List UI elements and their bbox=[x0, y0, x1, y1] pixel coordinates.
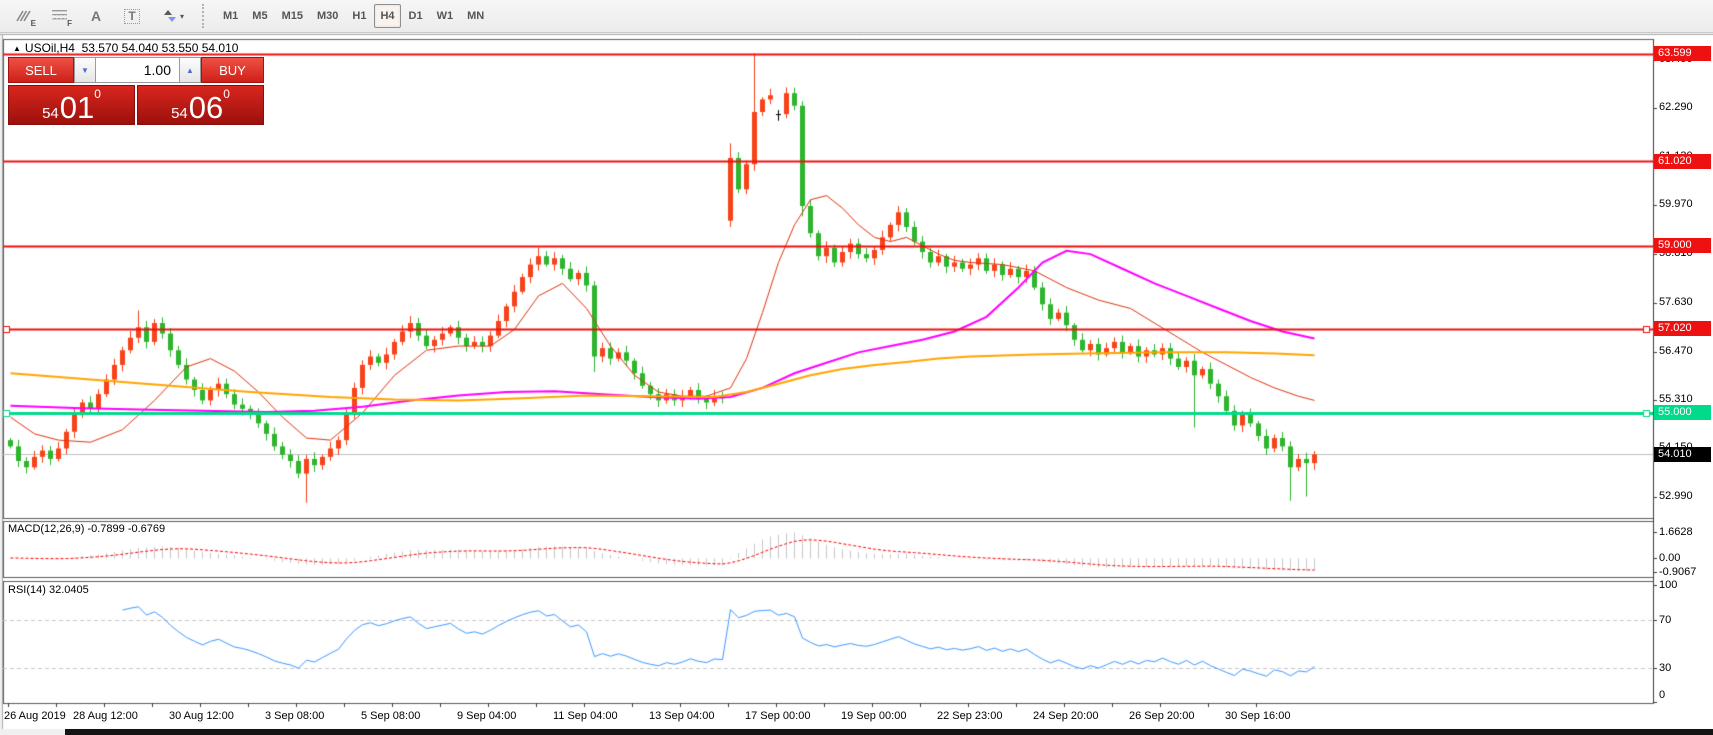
timeframe-button-m5[interactable]: M5 bbox=[246, 4, 273, 28]
time-axis-label: 13 Sep 04:00 bbox=[649, 710, 714, 722]
arrow-style-icon bbox=[162, 8, 178, 24]
grid-button[interactable]: F bbox=[44, 2, 76, 30]
time-axis-label: 5 Sep 08:00 bbox=[361, 710, 420, 722]
macd-axis-tick: -0.9067 bbox=[1659, 566, 1696, 578]
time-axis-label: 17 Sep 00:00 bbox=[745, 710, 810, 722]
sell-price-tile[interactable]: 54 01 0 bbox=[8, 85, 135, 125]
timeframe-button-h1[interactable]: H1 bbox=[346, 4, 372, 28]
macd-label: MACD(12,26,9) -0.7899 -0.6769 bbox=[8, 523, 165, 535]
one-click-trading-panel: SELL ▼ ▲ BUY 54 01 0 54 06 0 bbox=[8, 57, 264, 125]
price-axis-tick: 55.310 bbox=[1659, 393, 1693, 405]
rsi-axis-tick: 30 bbox=[1659, 662, 1671, 674]
zigzag-pattern-button[interactable]: E bbox=[8, 2, 40, 30]
time-axis-label: 30 Sep 16:00 bbox=[1225, 710, 1290, 722]
collapse-triangle-icon[interactable]: ▲ bbox=[13, 44, 21, 53]
price-line-label: 54.010 bbox=[1654, 447, 1711, 462]
timeframe-button-m1[interactable]: M1 bbox=[217, 4, 244, 28]
timeframe-button-h4[interactable]: H4 bbox=[374, 4, 400, 28]
rsi-axis-tick: 0 bbox=[1659, 689, 1665, 701]
tool-sub-label: F bbox=[67, 19, 72, 28]
trade-panel-prices: 54 01 0 54 06 0 bbox=[8, 85, 264, 125]
buy-price-big: 06 bbox=[189, 94, 223, 121]
trade-panel-row: SELL ▼ ▲ BUY bbox=[8, 57, 264, 83]
time-axis-label: 30 Aug 12:00 bbox=[169, 710, 234, 722]
macd-axis-tick: 1.6628 bbox=[1659, 526, 1693, 538]
time-axis-label: 19 Sep 00:00 bbox=[841, 710, 906, 722]
sell-price-sup: 0 bbox=[94, 88, 101, 100]
timeframe-group: M1M5M15M30H1H4D1W1MN bbox=[216, 4, 491, 28]
buy-price-base: 54 bbox=[171, 106, 188, 121]
price-line-label: 61.020 bbox=[1654, 154, 1711, 169]
price-line-label: 59.000 bbox=[1654, 238, 1711, 253]
price-line-label: 55.000 bbox=[1654, 405, 1711, 420]
buy-button[interactable]: BUY bbox=[201, 57, 264, 83]
price-axis-tick: 62.290 bbox=[1659, 101, 1693, 113]
toolbar-separator bbox=[202, 4, 210, 28]
volume-down-button[interactable]: ▼ bbox=[74, 57, 96, 83]
ohlc-values: 53.570 54.040 53.550 54.010 bbox=[82, 41, 239, 55]
time-axis-label: 26 Aug 2019 bbox=[4, 710, 66, 722]
price-axis-tick: 56.470 bbox=[1659, 345, 1693, 357]
spin-up-icon: ▲ bbox=[186, 66, 194, 75]
time-axis-label: 22 Sep 23:00 bbox=[937, 710, 1002, 722]
price-line-label: 57.020 bbox=[1654, 321, 1711, 336]
text-box-button[interactable]: T bbox=[116, 2, 148, 30]
text-box-icon: T bbox=[124, 9, 139, 24]
rsi-axis-tick: 70 bbox=[1659, 614, 1671, 626]
rsi-label: RSI(14) 32.0405 bbox=[8, 584, 89, 596]
time-axis-label: 28 Aug 12:00 bbox=[73, 710, 138, 722]
macd-axis-tick: 0.00 bbox=[1659, 552, 1680, 564]
timeframe-button-m15[interactable]: M15 bbox=[276, 4, 309, 28]
volume-up-button[interactable]: ▲ bbox=[179, 57, 201, 83]
spin-down-icon: ▼ bbox=[81, 66, 89, 75]
trading-terminal: { "toolbar": { "tools": [ {"name": "zigz… bbox=[0, 0, 1713, 735]
timeframe-button-d1[interactable]: D1 bbox=[403, 4, 429, 28]
time-axis-label: 26 Sep 20:00 bbox=[1129, 710, 1194, 722]
price-axis-tick: 52.990 bbox=[1659, 490, 1693, 502]
price-axis-tick: 59.970 bbox=[1659, 198, 1693, 210]
arrow-style-button[interactable]: ▾ bbox=[152, 2, 194, 30]
price-line-label: 63.599 bbox=[1654, 46, 1711, 61]
toolbar: E F A T ▾ M1M5M15M30H1H4D1W1MN bbox=[0, 0, 1713, 33]
symbol-period-label: USOil,H4 bbox=[25, 41, 75, 55]
sell-button[interactable]: SELL bbox=[8, 57, 74, 83]
timeframe-button-w1[interactable]: W1 bbox=[431, 4, 460, 28]
buy-price-sup: 0 bbox=[223, 88, 230, 100]
sell-price-base: 54 bbox=[42, 106, 59, 121]
price-axis-tick: 57.630 bbox=[1659, 296, 1693, 308]
buy-price-tile[interactable]: 54 06 0 bbox=[137, 85, 264, 125]
text-label-icon: A bbox=[91, 8, 101, 24]
volume-input[interactable] bbox=[96, 58, 179, 82]
tool-sub-label: E bbox=[31, 19, 36, 28]
timeframe-button-m30[interactable]: M30 bbox=[311, 4, 344, 28]
sell-price-big: 01 bbox=[60, 94, 94, 121]
time-axis-label: 9 Sep 04:00 bbox=[457, 710, 516, 722]
time-axis-label: 24 Sep 20:00 bbox=[1033, 710, 1098, 722]
rsi-axis-tick: 100 bbox=[1659, 579, 1677, 591]
time-axis-label: 11 Sep 04:00 bbox=[553, 710, 618, 722]
chart-title: ▲ USOil,H4 53.570 54.040 53.550 54.010 bbox=[13, 41, 238, 55]
bottom-panel-edge bbox=[65, 729, 1713, 735]
time-axis-label: 3 Sep 08:00 bbox=[265, 710, 324, 722]
timeframe-button-mn[interactable]: MN bbox=[461, 4, 490, 28]
volume-field-wrap bbox=[96, 57, 179, 83]
dropdown-caret-icon: ▾ bbox=[180, 12, 184, 21]
text-label-button[interactable]: A bbox=[80, 2, 112, 30]
